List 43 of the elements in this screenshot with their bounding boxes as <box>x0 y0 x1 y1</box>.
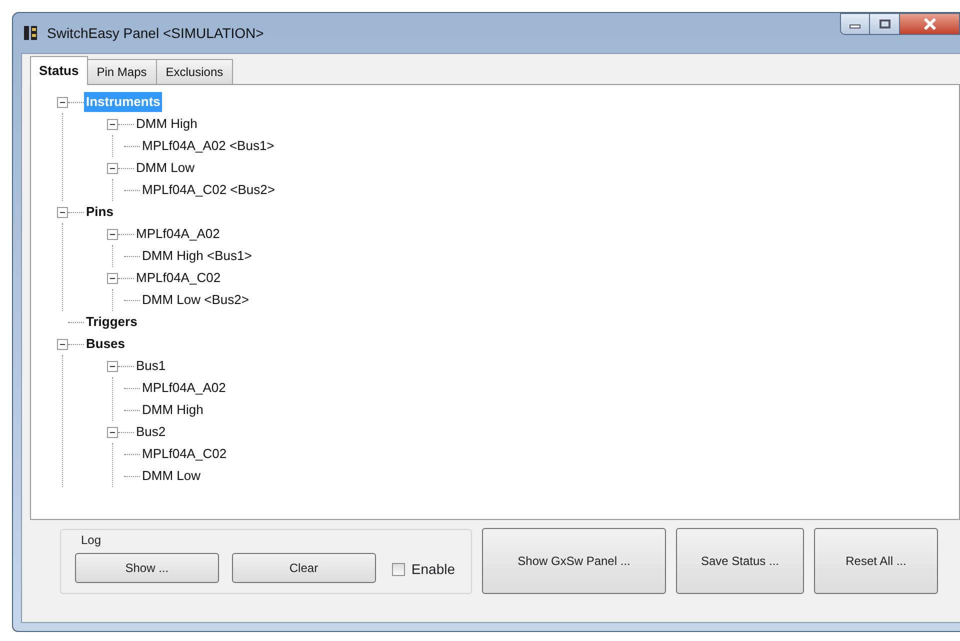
tree-item[interactable]: MPLf04A_C02 <box>134 268 223 288</box>
tree-item[interactable]: MPLf04A_A02 <Bus1> <box>140 136 276 156</box>
panel-button[interactable]: Reset All ... <box>814 528 938 594</box>
collapse-icon[interactable] <box>57 338 68 350</box>
app-icon <box>23 25 39 41</box>
tree-item[interactable]: DMM High <box>140 400 206 420</box>
log-button[interactable]: Clear <box>232 553 376 583</box>
tree-item[interactable]: Buses <box>84 334 128 354</box>
tree-item[interactable]: MPLf04A_C02 <Bus2> <box>140 180 277 200</box>
tree-item[interactable]: DMM Low <Bus2> <box>140 290 251 310</box>
tab[interactable]: Pin Maps <box>86 59 157 84</box>
tree-item[interactable]: Bus1 <box>134 356 168 376</box>
tree-item[interactable]: Triggers <box>84 312 140 332</box>
panel-button[interactable]: Show GxSw Panel ... <box>482 528 666 594</box>
collapse-icon[interactable] <box>107 426 118 438</box>
tree-item[interactable]: MPLf04A_C02 <box>140 444 229 464</box>
panel-button[interactable]: Save Status ... <box>676 528 804 594</box>
collapse-icon[interactable] <box>57 206 68 218</box>
minimize-button[interactable] <box>840 13 870 35</box>
tree-item[interactable]: DMM Low <box>140 466 203 486</box>
log-button[interactable]: Show ... <box>75 553 219 583</box>
tree-item[interactable]: DMM Low <box>134 158 197 178</box>
tree-item[interactable]: MPLf04A_A02 <box>140 378 228 398</box>
collapse-icon[interactable] <box>107 118 118 130</box>
tab[interactable]: Status <box>30 56 88 85</box>
collapse-icon[interactable] <box>107 228 118 240</box>
tree-item[interactable]: MPLf04A_A02 <box>134 224 222 244</box>
maximize-button[interactable] <box>870 13 900 35</box>
checkbox-label: Enable <box>411 560 455 580</box>
tree-item[interactable]: DMM High <Bus1> <box>140 246 254 266</box>
tab[interactable]: Exclusions <box>156 59 234 84</box>
collapse-icon[interactable] <box>107 272 118 284</box>
window-title: SwitchEasy Panel <SIMULATION> <box>47 24 264 43</box>
close-icon <box>922 18 936 30</box>
tree-item[interactable]: Bus2 <box>134 422 168 442</box>
tree-item[interactable]: Pins <box>84 202 116 222</box>
collapse-icon[interactable] <box>107 162 118 174</box>
close-button[interactable] <box>900 13 960 35</box>
enable-checkbox[interactable] <box>392 563 405 576</box>
collapse-icon[interactable] <box>107 360 118 372</box>
collapse-icon[interactable] <box>57 96 68 108</box>
tree-item[interactable]: DMM High <box>134 114 200 134</box>
maximize-icon <box>878 19 890 29</box>
